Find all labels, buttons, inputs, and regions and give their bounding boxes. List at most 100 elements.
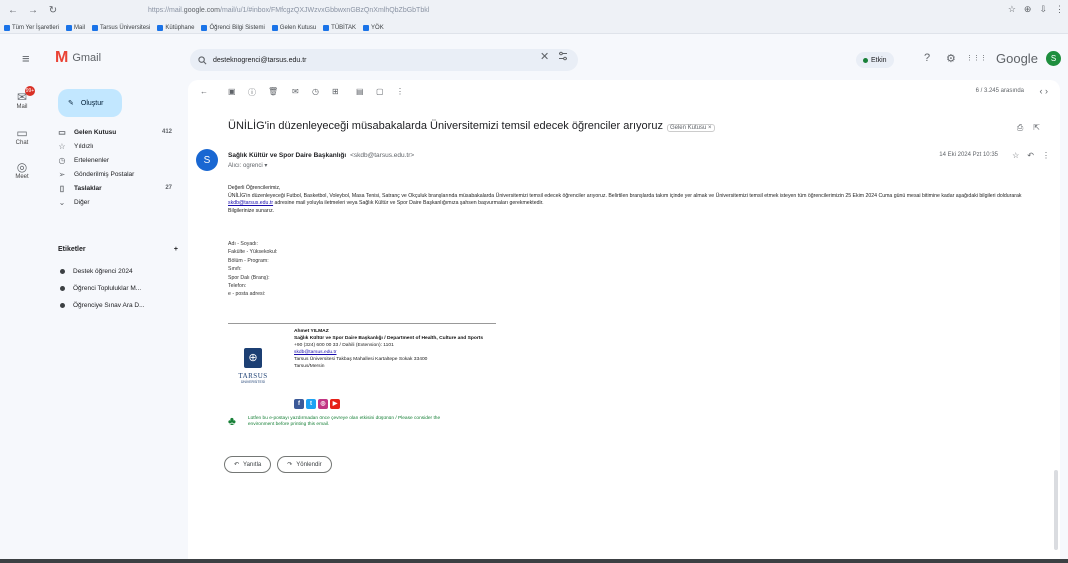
help-icon[interactable]: ?	[924, 52, 930, 64]
contact-email-link[interactable]: skdb@tarsus.edu.tr	[228, 200, 273, 206]
sidebar-item-label: Diğer	[74, 198, 90, 206]
bookmark-item[interactable]: Tarsus Üniversitesi	[92, 24, 150, 31]
leaf-icon: ♣	[228, 414, 236, 428]
browser-chrome: ← → ↻ https://mail. google.com/mail/u/1/#…	[0, 0, 1068, 34]
forward-icon[interactable]: →	[26, 3, 40, 17]
signature-name: Ahmet YILMAZ	[294, 329, 329, 334]
gmail-logo[interactable]: M Gmail	[55, 50, 101, 66]
pagination-text: 6 / 3.245 arasında	[975, 88, 1024, 94]
field-line: e - posta adresi:	[228, 291, 266, 298]
twitter-icon[interactable]: t	[306, 399, 316, 409]
recipient-details[interactable]: Alıcı: ogrenci ▾	[228, 162, 267, 169]
back-to-inbox-icon[interactable]: ←	[200, 87, 208, 96]
apps-grid-icon[interactable]: ⋮⋮⋮	[966, 54, 987, 62]
sidebar-label-item[interactable]: Öğrenci Topluluklar M...	[60, 281, 141, 295]
more-actions-icon[interactable]: ⋮	[396, 87, 404, 96]
inbox-label-chip[interactable]: Gelen Kutusu ×	[666, 124, 715, 132]
sidebar: ▭ Gelen Kutusu 412 ☆ Yıldızlı ◷ Ertelenenler…	[52, 125, 180, 209]
sidebar-item-drafts[interactable]: ▯ Taslaklar 27	[52, 181, 180, 195]
add-to-tasks-icon[interactable]: ⊞	[332, 87, 339, 96]
browser-menu-icon[interactable]: ⋮	[1055, 4, 1064, 15]
bookmark-item[interactable]: Kütüphane	[157, 24, 194, 31]
sender-info[interactable]: Sağlık Kültür ve Spor Daire Başkanlığı <s…	[228, 152, 414, 159]
closing: Bilgilerinize sunarız.	[228, 207, 275, 214]
move-to-icon[interactable]: ▤	[356, 87, 364, 96]
sidebar-item-more[interactable]: ⌄ Diğer	[52, 195, 180, 209]
sidebar-item-snoozed[interactable]: ◷ Ertelenenler	[52, 153, 180, 167]
inbox-count: 412	[161, 129, 172, 135]
star-icon: ☆	[58, 141, 66, 151]
subject-text: ÜNİLİG'in düzenleyeceği müsabakalarda Ün…	[228, 120, 663, 132]
rail-mail[interactable]: ✉ 99+ Mail	[8, 86, 36, 110]
search-input[interactable]: desteknogrenci@tarsus.edu.tr	[213, 57, 307, 64]
reply-icon[interactable]: ↶	[1027, 151, 1034, 160]
label-name: Öğrenci Topluluklar M...	[73, 284, 142, 292]
reply-button[interactable]: ↶ Yanıtla	[224, 456, 272, 473]
google-account-wordmark: Google	[996, 51, 1038, 66]
print-icon[interactable]: ⎙	[1017, 123, 1023, 133]
facebook-icon[interactable]: f	[294, 399, 304, 409]
sidebar-label-item[interactable]: Öğrenciye Sınav Ara D...	[60, 298, 145, 312]
bookmark-folder-icon	[4, 24, 10, 31]
youtube-icon[interactable]: ▶	[330, 399, 340, 409]
browser-actions: ☆ ⊕ ⇩ ⋮	[1008, 4, 1064, 15]
bookmark-item[interactable]: YÖK	[363, 24, 384, 31]
scrollbar[interactable]	[1054, 470, 1058, 550]
bookmark-star-icon[interactable]: ☆	[1008, 4, 1016, 15]
field-line: Adı - Soyadı:	[228, 241, 258, 247]
account-avatar[interactable]: S	[1046, 51, 1061, 66]
sender-email: <skdb@tarsus.edu.tr>	[350, 152, 415, 159]
main-menu-icon[interactable]: ≡	[22, 51, 30, 66]
bookmark-item[interactable]: Mail	[66, 24, 85, 31]
sidebar-item-sent[interactable]: ➢ Gönderilmiş Postalar	[52, 167, 180, 181]
bookmarks-bar: Tüm Yer İşaretleri Mail Tarsus Üniversit…	[0, 21, 1068, 34]
more-options-icon[interactable]: ⋮	[1042, 151, 1050, 160]
university-name: TARSUS	[238, 372, 268, 380]
search-box[interactable]: desteknogrenci@tarsus.edu.tr	[190, 49, 578, 71]
url-bar[interactable]: https://mail. google.com/mail/u/1/#inbox/…	[148, 4, 828, 17]
sidebar-item-starred[interactable]: ☆ Yıldızlı	[52, 139, 180, 153]
snooze-icon[interactable]: ◷	[312, 87, 319, 96]
delete-icon[interactable]: 🗑	[268, 87, 278, 96]
sidebar-item-label: Gönderilmiş Postalar	[74, 170, 135, 178]
reload-icon[interactable]: ↻	[46, 3, 60, 17]
search-options-icon[interactable]	[558, 51, 568, 61]
bookmark-item[interactable]: Öğrenci Bilgi Sistemi	[201, 24, 265, 31]
signature-email-link[interactable]: skdb@tarsus.edu.tr	[294, 350, 336, 355]
bookmark-item[interactable]: Gelen Kutusu	[271, 24, 316, 31]
back-icon[interactable]: ←	[6, 3, 20, 17]
label-tag-icon	[60, 268, 65, 274]
bookmark-icon	[157, 24, 164, 31]
sidebar-item-inbox[interactable]: ▭ Gelen Kutusu 412	[52, 125, 180, 139]
pagination-arrows-icon[interactable]: ‹ ›	[1040, 86, 1049, 96]
rail-meet[interactable]: ◎ Meet	[8, 160, 36, 180]
forward-button[interactable]: ↷ Yönlendir	[277, 456, 332, 473]
status-chip[interactable]: Etkin	[856, 52, 894, 68]
social-links: f t ◎ ▶	[294, 399, 340, 409]
archive-icon[interactable]: ▣	[228, 87, 236, 96]
instagram-icon[interactable]: ◎	[318, 399, 328, 409]
label-name: Öğrenciye Sınav Ara D...	[73, 301, 145, 309]
extensions-icon[interactable]: ⊕	[1024, 4, 1032, 15]
unread-badge: 99+	[25, 86, 35, 96]
open-new-window-icon[interactable]: ⇱	[1033, 123, 1040, 133]
bookmark-item[interactable]: TÜBİTAK	[323, 24, 356, 31]
download-icon[interactable]: ⇩	[1039, 4, 1047, 15]
sidebar-label-item[interactable]: Destek öğrenci 2024	[60, 264, 133, 278]
field-line: Telefon:	[228, 283, 247, 290]
sender-avatar[interactable]: S	[196, 149, 218, 171]
rail-chat[interactable]: ▭ Chat	[8, 126, 36, 146]
mark-unread-icon[interactable]: ✉	[292, 87, 299, 96]
label-icon[interactable]: ▢	[376, 87, 384, 96]
report-spam-icon[interactable]: ⓘ	[248, 87, 256, 98]
settings-gear-icon[interactable]: ⚙	[946, 52, 956, 65]
compose-button[interactable]: ✎ Oluştur	[58, 89, 122, 117]
add-label-icon[interactable]: +	[174, 246, 178, 253]
bookmark-icon	[271, 24, 278, 31]
message-actions: ☆ ↶ ⋮	[1012, 151, 1050, 160]
search-icon	[198, 55, 207, 64]
bookmark-item[interactable]: Tüm Yer İşaretleri	[4, 24, 59, 31]
star-message-icon[interactable]: ☆	[1012, 151, 1019, 160]
bookmark-icon	[66, 24, 73, 31]
clear-search-icon[interactable]: ✕	[540, 50, 549, 63]
